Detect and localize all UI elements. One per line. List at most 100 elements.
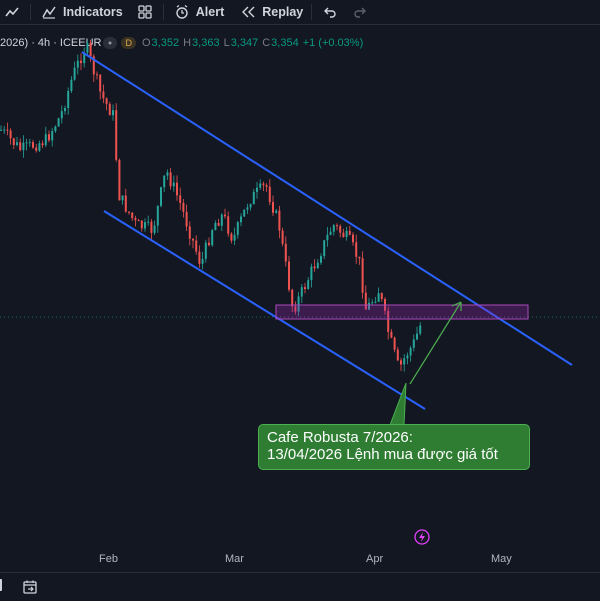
candle-body: [64, 108, 66, 112]
candle-body: [198, 251, 201, 264]
candle-body: [281, 230, 284, 244]
redo-icon[interactable]: [350, 2, 370, 22]
candle-body: [163, 175, 166, 188]
candle-body: [352, 234, 354, 243]
replay-icon: [238, 2, 258, 22]
candle-body: [73, 67, 76, 80]
indicators-button[interactable]: Indicators: [39, 0, 123, 24]
candle-body: [60, 111, 63, 119]
candle-body: [406, 355, 409, 359]
candle-body: [259, 183, 262, 188]
candle-body: [192, 238, 194, 241]
candle-body: [0, 129, 2, 131]
candle-body: [345, 230, 348, 238]
candle-body: [304, 287, 306, 290]
candle-body: [131, 212, 134, 219]
candle-body: [38, 143, 41, 151]
candle-body: [105, 98, 108, 104]
candle-body: [166, 172, 169, 176]
candle-body: [16, 142, 18, 146]
candle-body: [342, 232, 345, 238]
candle-body: [76, 60, 79, 68]
support-zone[interactable]: [275, 304, 529, 320]
candle-body: [412, 339, 415, 348]
candle-body: [230, 233, 233, 241]
candle-body: [284, 243, 287, 262]
candle-body: [275, 210, 278, 213]
candle-body: [137, 220, 140, 222]
candle-body: [182, 202, 185, 212]
candle-body: [310, 266, 313, 281]
date-range-icon[interactable]: [20, 577, 40, 597]
candle-body: [108, 103, 111, 116]
candle-body: [140, 220, 143, 229]
candle-body: [272, 202, 274, 213]
candle-body: [12, 138, 15, 146]
toolbar-divider: [311, 4, 313, 20]
layouts-icon[interactable]: [135, 2, 155, 22]
candle-body: [32, 142, 34, 148]
candle-body: [243, 209, 246, 217]
candle-body: [355, 242, 358, 257]
candle-body: [268, 186, 271, 203]
candle-body: [112, 110, 114, 116]
lightning-icon: [419, 532, 425, 542]
candle-body: [393, 337, 396, 350]
candle-body: [348, 230, 351, 235]
candle-body: [390, 331, 393, 338]
candle-body: [211, 230, 214, 246]
candle-body: [288, 261, 290, 290]
candle-body: [67, 90, 70, 109]
alert-button[interactable]: Alert: [172, 0, 224, 24]
bottom-left-icon[interactable]: [0, 579, 2, 591]
candle-body: [115, 110, 118, 160]
time-label-may: May: [491, 553, 512, 565]
candle-body: [41, 143, 44, 146]
candle-body: [70, 79, 73, 91]
undo-icon[interactable]: [320, 2, 340, 22]
candle-body: [214, 222, 217, 231]
candle-body: [124, 195, 127, 212]
replay-button[interactable]: Replay: [238, 0, 303, 24]
toolbar-divider: [162, 4, 164, 20]
candle-body: [419, 325, 422, 334]
candle-body: [217, 222, 220, 226]
candle-body: [336, 225, 338, 227]
candle-body: [236, 222, 239, 235]
candle-body: [409, 347, 412, 356]
candle-body: [6, 129, 9, 131]
time-label-mar: Mar: [225, 553, 244, 565]
annotation-callout[interactable]: Cafe Robusta 7/2026: 13/04/2026 Lệnh mua…: [258, 424, 530, 470]
chart-type-icon[interactable]: [2, 2, 22, 22]
candle-body: [339, 226, 342, 233]
alert-label: Alert: [195, 5, 225, 19]
candle-body: [44, 134, 47, 146]
candle-body: [201, 258, 204, 264]
candle-body: [150, 221, 153, 233]
candle-body: [118, 159, 121, 201]
time-label-apr: Apr: [366, 553, 384, 565]
candle-body: [329, 231, 332, 235]
candle-body: [224, 214, 226, 217]
candle-body: [179, 195, 182, 203]
candle-body: [48, 134, 50, 141]
candle-body: [144, 222, 146, 229]
candle-body: [147, 221, 150, 223]
alert-icon: [172, 2, 192, 22]
candle-body: [358, 256, 361, 259]
candle-body: [57, 118, 60, 127]
candle-body: [176, 182, 178, 196]
candle-body: [121, 195, 124, 201]
candle-body: [160, 187, 162, 206]
candle-body: [332, 225, 335, 232]
candle-body: [54, 126, 57, 132]
candle-body: [86, 43, 89, 53]
candle-body: [96, 74, 98, 76]
candle-body: [169, 172, 172, 187]
time-axis[interactable]: Feb Mar Apr May: [0, 545, 600, 575]
candle-body: [262, 183, 265, 186]
candle-body: [156, 205, 159, 226]
candle-body: [153, 225, 156, 233]
candle-body: [400, 360, 402, 365]
candle-body: [51, 131, 54, 141]
